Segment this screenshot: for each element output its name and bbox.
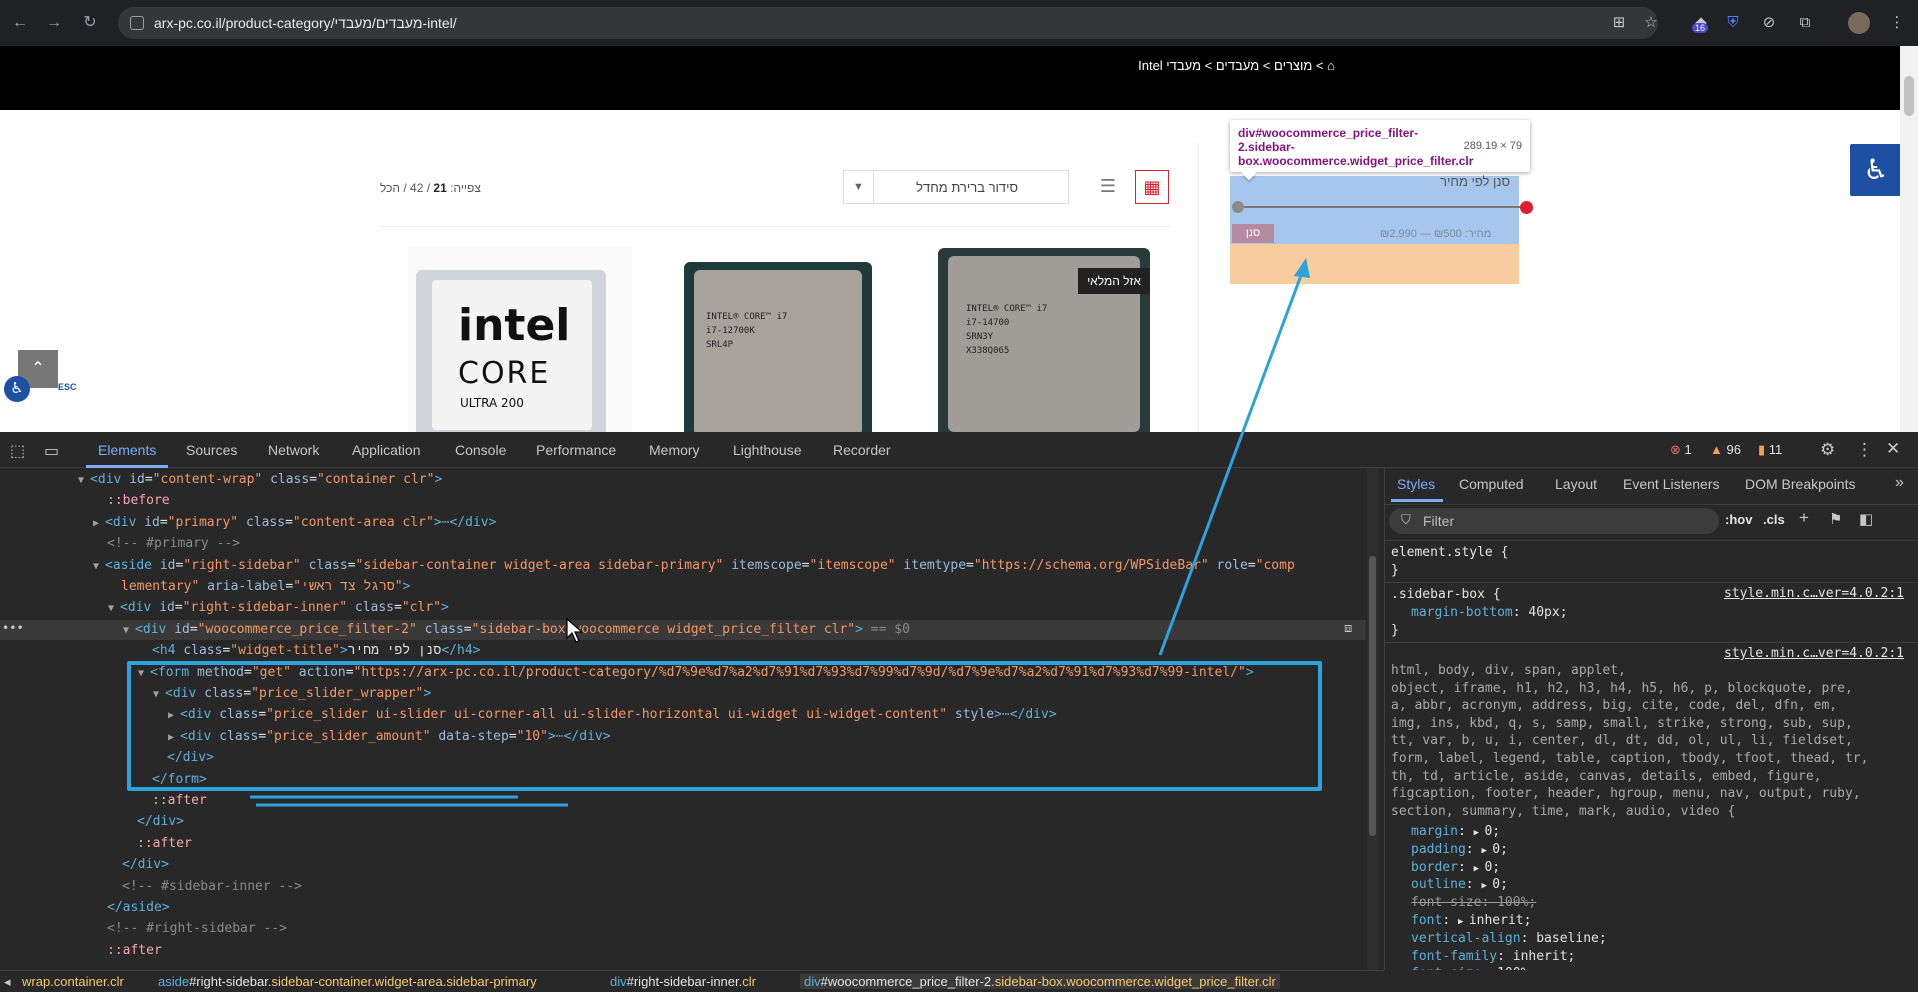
- annotation-highlight-box: [127, 661, 1322, 791]
- annotation-overlay: [250, 258, 1310, 807]
- annotation-arrow-head: [1294, 258, 1310, 278]
- mouse-cursor-icon: [566, 617, 584, 643]
- annotation-arrow-line: [1158, 261, 1308, 656]
